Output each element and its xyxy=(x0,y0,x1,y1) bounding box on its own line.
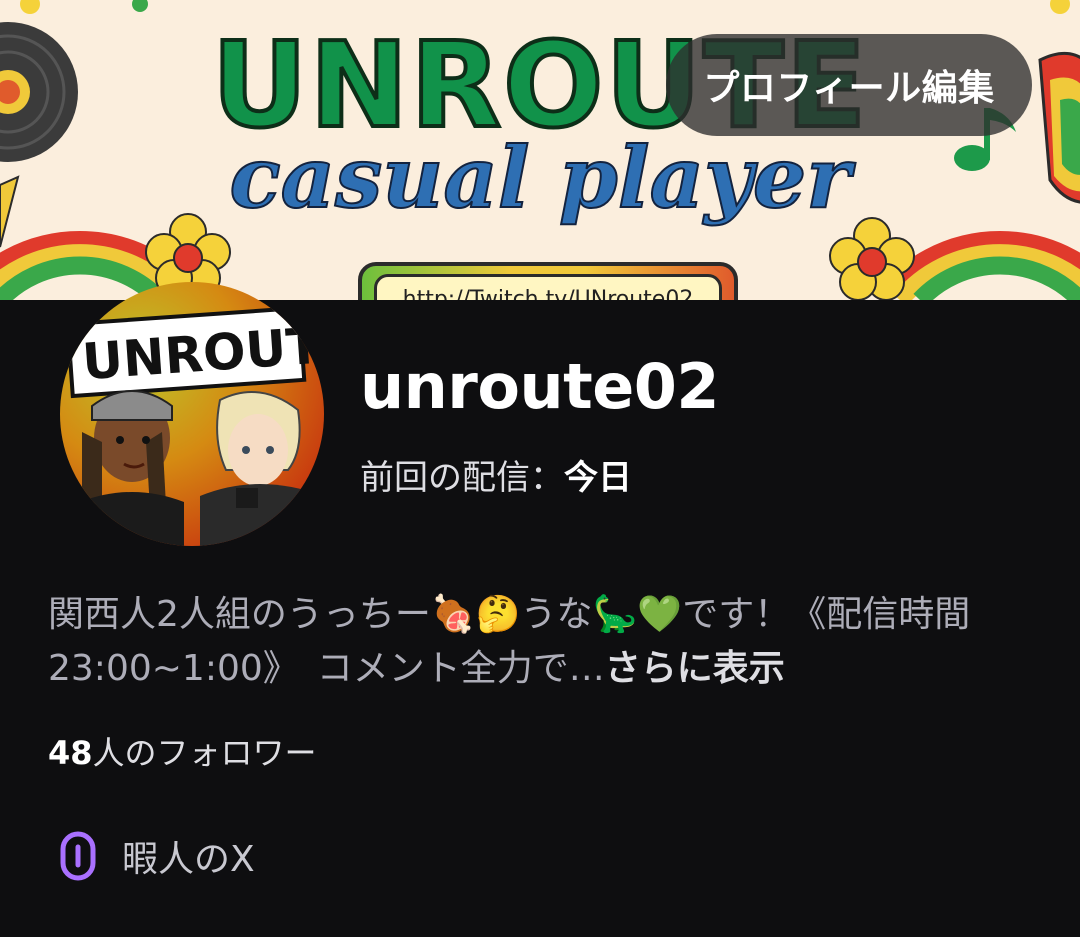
last-stream-value: 今日 xyxy=(564,458,632,498)
social-link[interactable]: 暇人のX xyxy=(48,828,255,884)
avatar-artwork: UNROUT xyxy=(65,305,324,546)
followers-label: 人のフォロワー xyxy=(92,734,317,772)
banner-subtitle: casual player xyxy=(228,127,851,228)
social-link-label: 暇人のX xyxy=(122,839,255,880)
last-stream: 前回の配信：今日 xyxy=(360,450,632,499)
banner-link-text: http://Twitch.tv/UNroute02 xyxy=(374,274,722,300)
channel-name: unroute02 xyxy=(360,350,720,423)
banner-link-badge: http://Twitch.tv/UNroute02 xyxy=(358,262,738,300)
last-stream-label: 前回の配信： xyxy=(360,458,564,498)
followers-number: 48 xyxy=(48,734,93,772)
avatar[interactable]: UNROUT xyxy=(60,282,324,546)
channel-bio: 関西人2人組のうっちー🍖🤔うな🦕💚です！《配信時間 23:00~1:00》 コメ… xyxy=(48,588,1038,696)
edit-profile-button[interactable]: プロフィール編集 xyxy=(666,34,1032,136)
link-icon xyxy=(60,831,96,881)
profile-banner: UNROUTE casual player http://Twitch.tv/U… xyxy=(0,0,1080,300)
followers-count[interactable]: 48人のフォロワー xyxy=(48,728,317,774)
show-more-link[interactable]: さらに表示 xyxy=(605,648,785,689)
bio-text: 関西人2人組のうっちー🍖🤔うな🦕💚です！《配信時間 23:00~1:00》 コメ… xyxy=(48,594,971,689)
